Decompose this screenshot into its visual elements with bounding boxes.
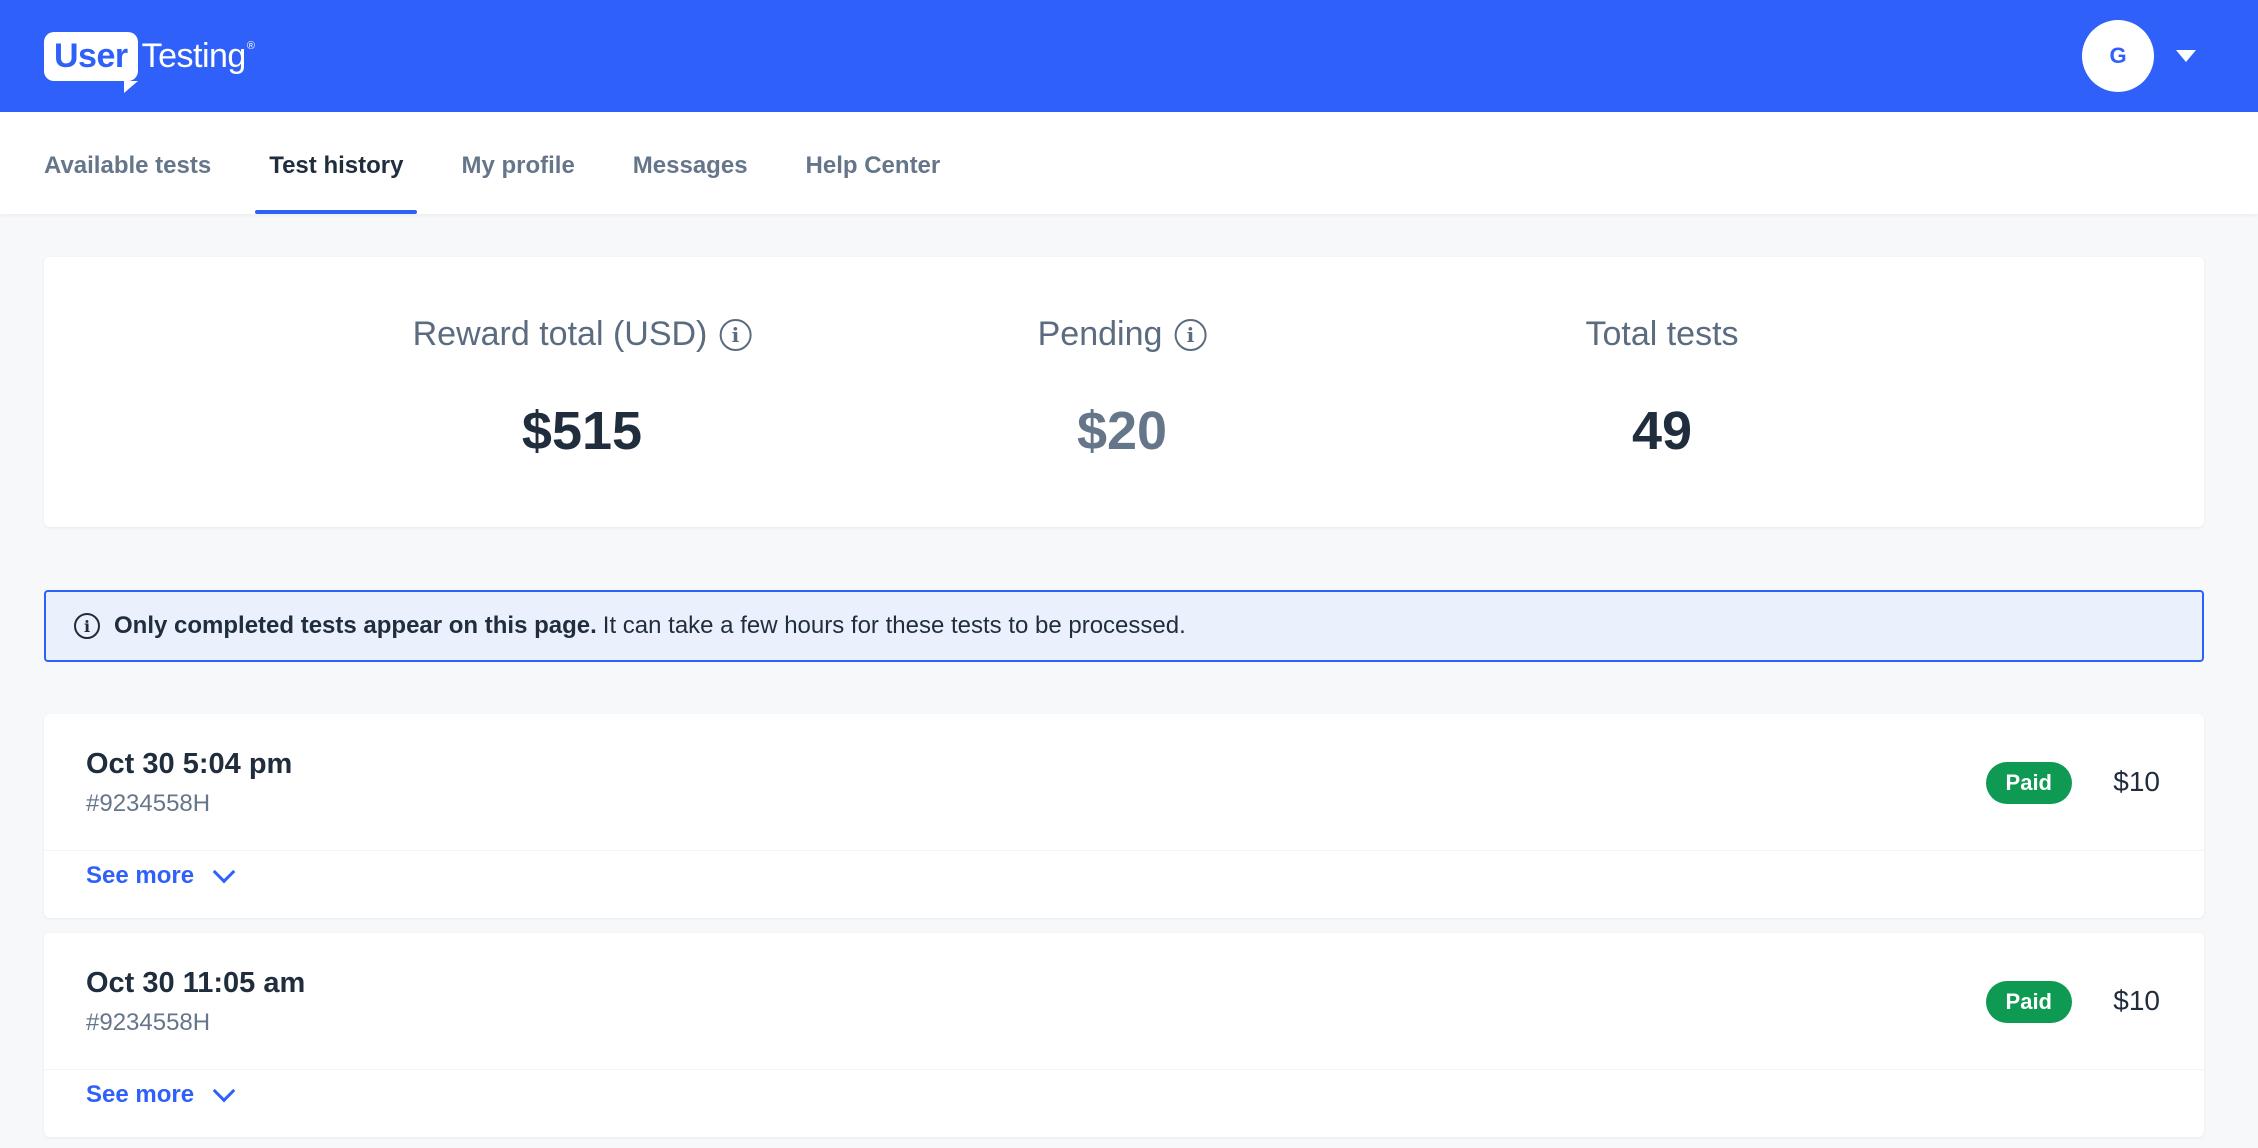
list-item: Oct 30 11:05 am #9234558H See more Paid … <box>44 933 2204 1137</box>
info-banner-text: It can take a few hours for these tests … <box>602 612 1186 639</box>
reward-total-label: Reward total (USD) <box>412 315 708 353</box>
tab-my-profile[interactable]: My profile <box>447 112 588 214</box>
see-more-label: See more <box>86 1081 195 1108</box>
test-amount: $10 <box>2113 766 2160 797</box>
info-banner: i Only completed tests appear on this pa… <box>44 590 2204 662</box>
tab-help-center[interactable]: Help Center <box>792 112 955 214</box>
pending-value: $20 <box>1076 401 1168 461</box>
total-tests-label: Total tests <box>1585 315 1739 353</box>
row-divider <box>44 1069 2204 1070</box>
test-id: #9234558H <box>86 1009 211 1036</box>
logo-registered-mark: ® <box>246 40 255 52</box>
info-icon[interactable]: i <box>1174 318 1207 351</box>
tab-available-tests[interactable]: Available tests <box>30 112 225 214</box>
row-divider <box>44 850 2204 851</box>
list-item: Oct 30 5:04 pm #9234558H See more Paid $… <box>44 714 2204 918</box>
status-badge: Paid <box>1985 981 2072 1023</box>
stats-card: Reward total (USD) i $515 Pending i $20 … <box>44 257 2204 527</box>
nav-tabs: Available tests Test history My profile … <box>0 112 2258 214</box>
chevron-down-icon <box>212 860 236 884</box>
status-badge: Paid <box>1985 762 2072 804</box>
reward-total-value: $515 <box>521 401 643 461</box>
chevron-down-icon <box>212 1079 236 1103</box>
info-banner-bold: Only completed tests appear on this page… <box>114 612 597 639</box>
top-bar: User Testing ® G <box>0 0 2258 112</box>
test-amount: $10 <box>2113 985 2160 1016</box>
logo-user-text: User <box>44 31 138 93</box>
stat-reward-total: Reward total (USD) i $515 <box>413 257 752 527</box>
test-id: #9234558H <box>86 790 211 817</box>
pending-label: Pending <box>1037 315 1163 353</box>
stat-total-label-row: Total tests <box>1585 315 1738 354</box>
see-more-button[interactable]: See more <box>86 1073 236 1117</box>
stat-total-tests: Total tests 49 <box>1585 257 1738 527</box>
usertesting-logo[interactable]: User Testing ® <box>44 26 255 93</box>
test-date: Oct 30 5:04 pm <box>86 748 293 780</box>
see-more-label: See more <box>86 862 195 889</box>
caret-down-icon[interactable] <box>2176 50 2196 62</box>
stat-pending: Pending i $20 <box>1038 257 1207 527</box>
avatar[interactable]: G <box>2082 20 2154 92</box>
test-date: Oct 30 11:05 am <box>86 967 306 999</box>
tab-messages[interactable]: Messages <box>619 112 762 214</box>
stat-reward-label-row: Reward total (USD) i <box>413 315 752 354</box>
total-tests-value: 49 <box>1631 401 1693 461</box>
info-icon[interactable]: i <box>719 318 752 351</box>
user-menu[interactable]: G <box>2082 20 2196 92</box>
stat-pending-label-row: Pending i <box>1038 315 1207 354</box>
tab-test-history[interactable]: Test history <box>255 112 418 214</box>
info-icon: i <box>74 613 100 639</box>
see-more-button[interactable]: See more <box>86 854 236 898</box>
logo-testing-text: Testing <box>141 36 247 75</box>
